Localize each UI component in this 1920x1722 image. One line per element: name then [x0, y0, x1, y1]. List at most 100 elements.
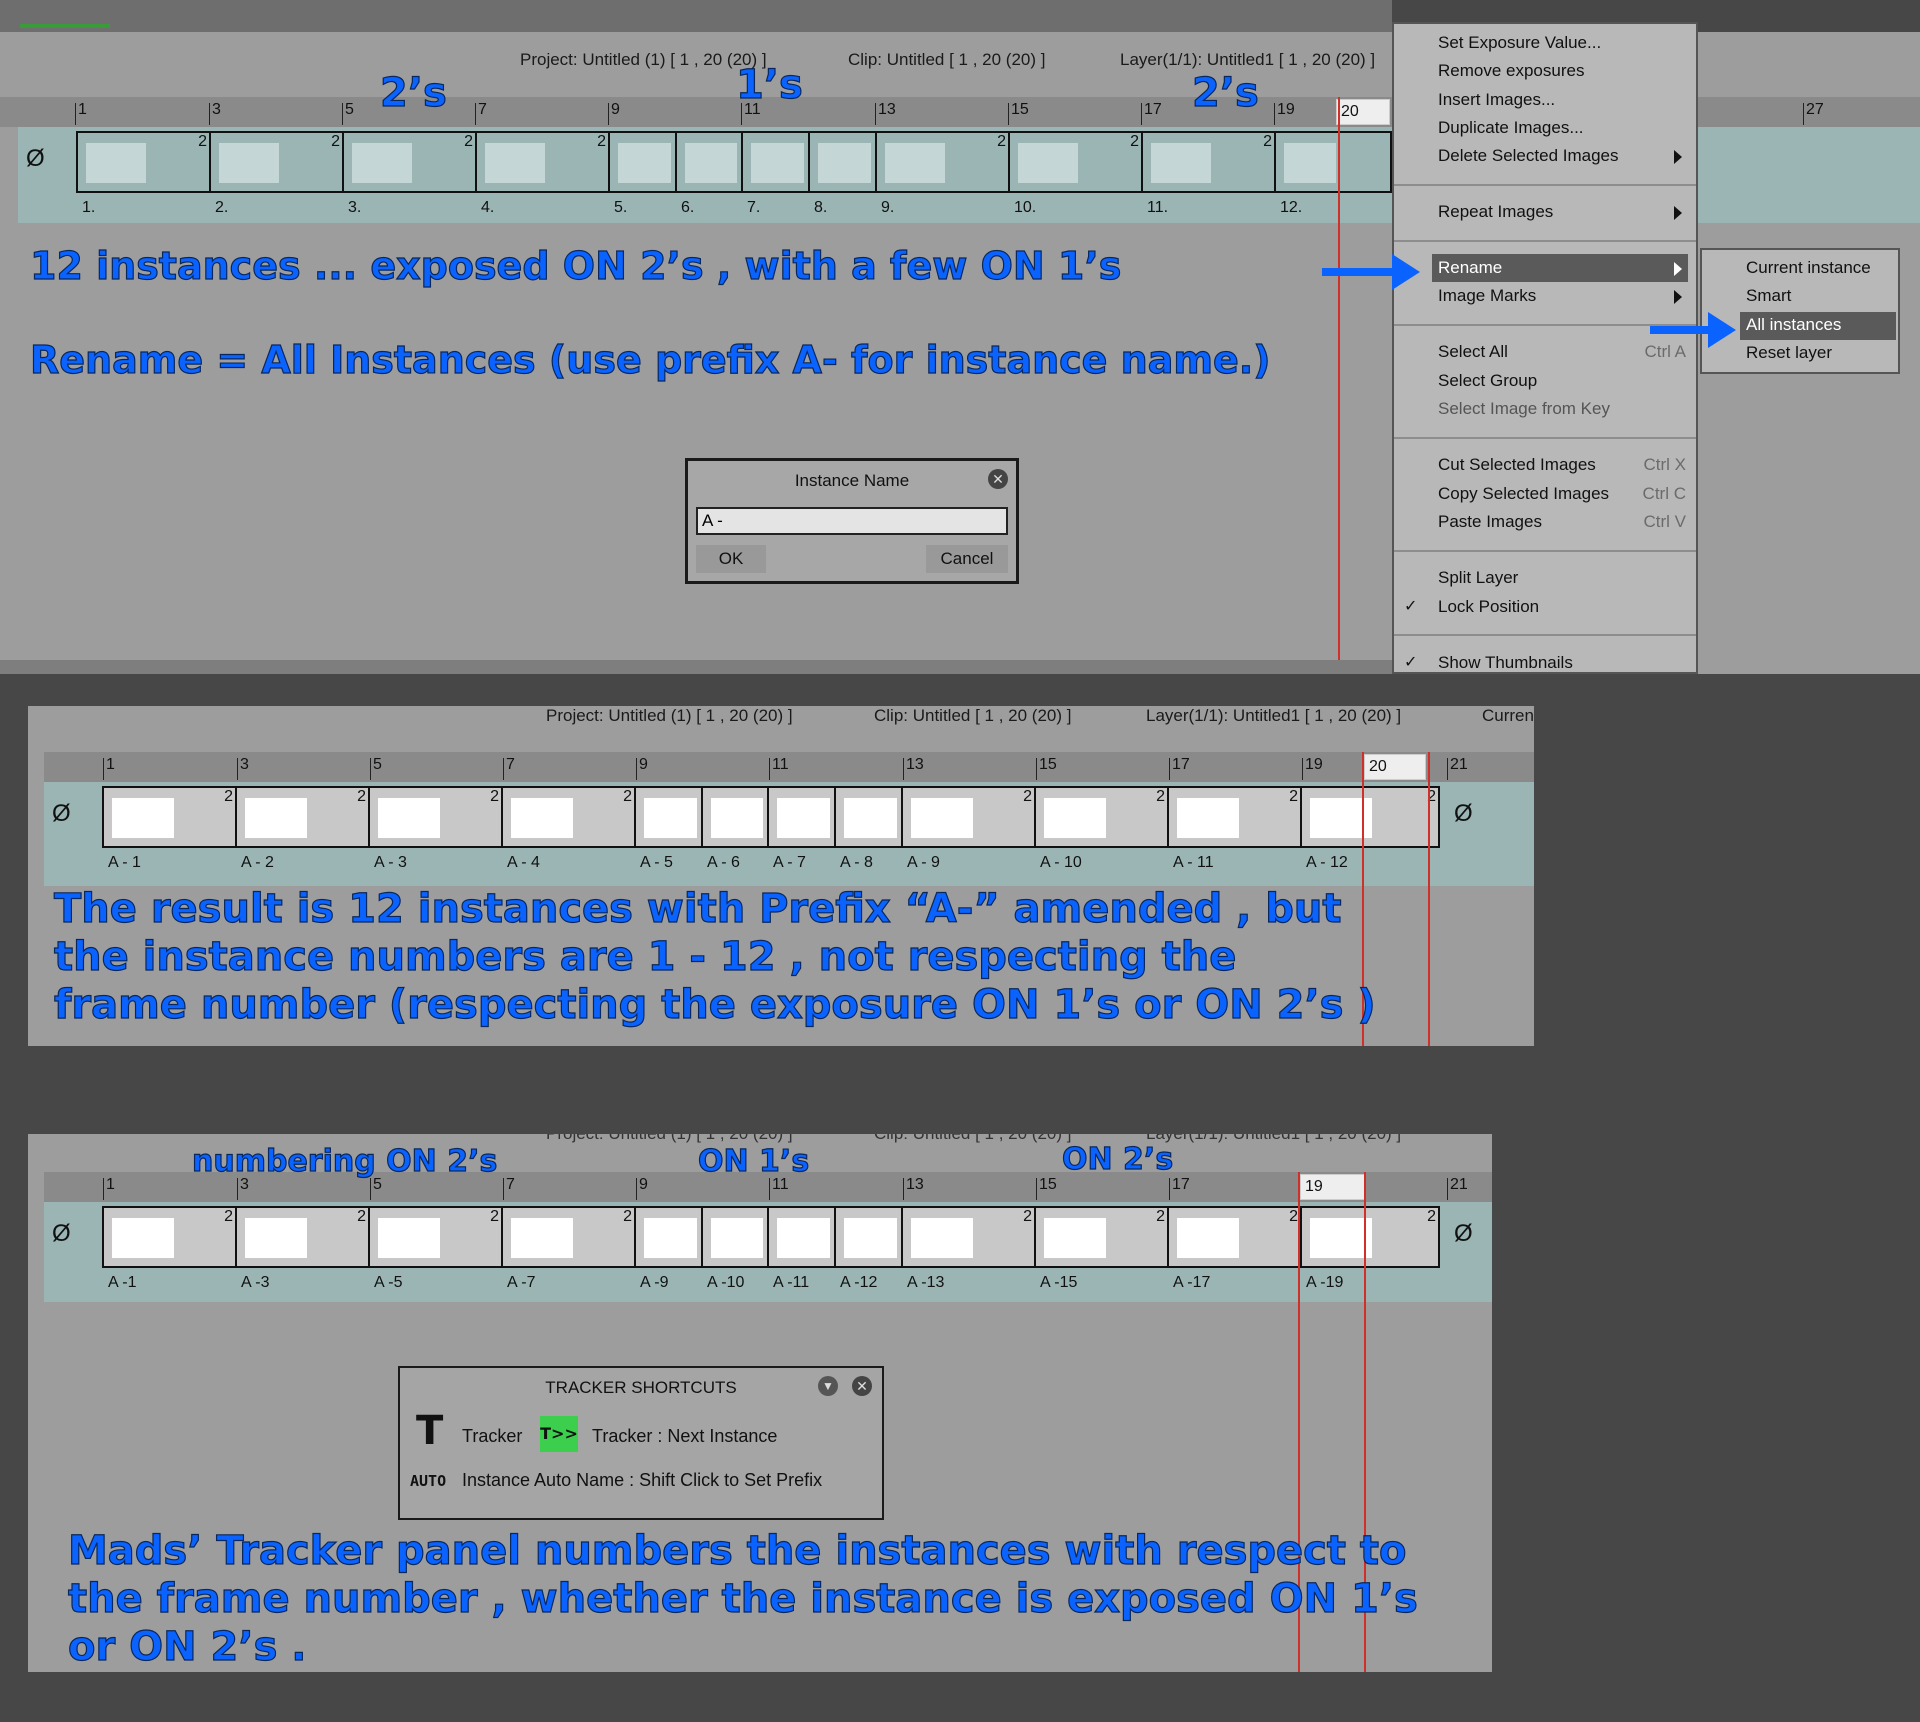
instance-cell[interactable]: 2 A - 10: [1034, 788, 1169, 871]
instance-thumbnail: [844, 1218, 897, 1258]
instance-cell[interactable]: 2 A -13: [901, 1208, 1036, 1291]
instance-cell[interactable]: 6.: [675, 133, 743, 216]
instance-cell[interactable]: 2 A - 9: [901, 788, 1036, 871]
instance-cell[interactable]: 2 11.: [1141, 133, 1276, 216]
instance-cell[interactable]: 2 4.: [475, 133, 610, 216]
instance-cell[interactable]: 2 A -5: [368, 1208, 503, 1291]
playhead-line[interactable]: [1338, 97, 1340, 674]
empty-image-icon[interactable]: Ø: [52, 1220, 71, 1248]
submenu-all-instances[interactable]: All instances: [1746, 315, 1841, 335]
instance-cell[interactable]: 2 A -7: [501, 1208, 636, 1291]
instance-cell[interactable]: A -12: [834, 1208, 903, 1291]
cell-divider: [1167, 788, 1169, 846]
menu-duplicate-images[interactable]: Duplicate Images...: [1438, 118, 1584, 138]
instance-thumbnail: [911, 798, 973, 838]
instance-thumbnail: [777, 1218, 830, 1258]
exposure-count: 2: [623, 1208, 632, 1225]
cell-divider: [675, 133, 677, 191]
menu-set-exposure[interactable]: Set Exposure Value...: [1438, 33, 1601, 53]
menu-split-layer[interactable]: Split Layer: [1438, 568, 1518, 588]
empty-image-icon[interactable]: Ø: [26, 145, 45, 173]
menu-show-thumbnails[interactable]: Show Thumbnails: [1438, 653, 1573, 673]
frame-ruler[interactable]: 1 3 5 7 9 11 13 15 17 19 20: [0, 97, 1392, 127]
menu-select-group[interactable]: Select Group: [1438, 371, 1537, 391]
menu-delete-selected[interactable]: Delete Selected Images: [1438, 146, 1619, 166]
instance-cell[interactable]: 2 A -17: [1167, 1208, 1302, 1291]
menu-insert-images[interactable]: Insert Images...: [1438, 90, 1555, 110]
instance-strip[interactable]: 2A - 12A - 22A - 32A - 4A - 5A - 6A - 7A…: [102, 786, 1440, 871]
ruler-number: 17: [1141, 101, 1162, 125]
menu-repeat-images[interactable]: Repeat Images: [1438, 202, 1553, 222]
instance-cell[interactable]: A -10: [701, 1208, 769, 1291]
frame-ruler[interactable]: 1 3 5 7 9 11 13 15 17 19 20 21: [44, 752, 1534, 782]
exposure-count: 2: [490, 1208, 499, 1225]
close-icon[interactable]: ✕: [852, 1376, 872, 1396]
menu-remove-exposures[interactable]: Remove exposures: [1438, 61, 1584, 81]
instance-cell[interactable]: 2 10.: [1008, 133, 1143, 216]
menu-select-image-from-key[interactable]: Select Image from Key: [1438, 399, 1610, 419]
ok-button[interactable]: OK: [696, 545, 766, 573]
cell-divider: [808, 133, 810, 191]
annotation-line: the instance numbers are 1 - 12 , not re…: [53, 933, 1237, 980]
menu-select-all[interactable]: Select All: [1438, 342, 1508, 362]
instance-cell[interactable]: A - 5: [634, 788, 703, 871]
instance-cell[interactable]: 8.: [808, 133, 877, 216]
menu-paste-images[interactable]: Paste Images: [1438, 512, 1542, 532]
cancel-button[interactable]: Cancel: [926, 545, 1008, 573]
instance-cell[interactable]: 2 A -19: [1300, 1208, 1440, 1291]
tracker-next-icon[interactable]: T>>: [540, 1416, 578, 1452]
submenu-smart[interactable]: Smart: [1746, 286, 1791, 306]
instance-strip[interactable]: 2 1. 2 2. 2 3. 2 4. 5. 6. 7. 8. 2 9. 2 10. 2 11. 12.: [76, 131, 1392, 216]
instance-cell[interactable]: 12.: [1274, 133, 1342, 216]
instance-cell[interactable]: 2 3.: [342, 133, 477, 216]
close-icon[interactable]: ✕: [988, 469, 1008, 489]
annotation-twos: 2’s: [1191, 69, 1259, 116]
project-info: Project: Untitled (1) [ 1 , 20 (20) ]: [546, 1134, 793, 1144]
exposure-count: 2: [490, 788, 499, 805]
ruler-number: 13: [903, 756, 924, 780]
instance-cell[interactable]: 5.: [608, 133, 677, 216]
menu-image-marks[interactable]: Image Marks: [1438, 286, 1536, 306]
instance-cell[interactable]: A - 6: [701, 788, 769, 871]
menu-divider: [1394, 437, 1696, 439]
instance-cell[interactable]: 2 1.: [78, 133, 211, 216]
instance-label: A - 1: [108, 854, 141, 871]
instance-cell[interactable]: 7.: [741, 133, 810, 216]
instance-cell[interactable]: 2 A -3: [235, 1208, 370, 1291]
instance-name-input[interactable]: [696, 507, 1008, 535]
tracker-icon[interactable]: T: [416, 1408, 443, 1454]
instance-cell[interactable]: 2 A - 4: [501, 788, 636, 871]
instance-cell[interactable]: 2 A - 1: [104, 788, 237, 871]
instance-cell[interactable]: 2 A -1: [104, 1208, 237, 1291]
playhead-line[interactable]: [1428, 752, 1430, 1046]
instance-thumbnail: [511, 1218, 573, 1258]
cell-divider: [501, 788, 503, 846]
menu-lock-position[interactable]: Lock Position: [1438, 597, 1539, 617]
auto-name-icon[interactable]: AUTO: [410, 1472, 446, 1490]
instance-cell[interactable]: A -9: [634, 1208, 703, 1291]
instance-cell[interactable]: A - 7: [767, 788, 836, 871]
instance-cell[interactable]: 2A - 12: [1300, 788, 1440, 871]
empty-image-icon[interactable]: Ø: [1454, 800, 1473, 828]
instance-cell[interactable]: 2 A - 11: [1167, 788, 1302, 871]
menu-cut-images[interactable]: Cut Selected Images: [1438, 455, 1596, 475]
empty-image-icon[interactable]: Ø: [52, 800, 71, 828]
collapse-icon[interactable]: ▼: [818, 1376, 838, 1396]
ruler-number: 13: [903, 1176, 924, 1200]
shortcut-paste: Ctrl V: [1643, 512, 1687, 531]
menu-copy-images[interactable]: Copy Selected Images: [1438, 484, 1609, 504]
submenu-reset-layer[interactable]: Reset layer: [1746, 343, 1832, 363]
submenu-current-instance[interactable]: Current instance: [1746, 258, 1871, 278]
instance-label: A - 9: [907, 854, 940, 871]
instance-cell[interactable]: 2 9.: [875, 133, 1010, 216]
instance-cell[interactable]: 2 A -15: [1034, 1208, 1169, 1291]
instance-strip[interactable]: 2A -1 2 A -3 2 A -5 2 A -7 A -9 A -10 A -11 A -12 2…: [102, 1206, 1440, 1291]
instance-cell[interactable]: A -11: [767, 1208, 836, 1291]
layer-info: Layer(1/1): Untitled1 [ 1 , 20 (20) ]: [1120, 50, 1376, 69]
instance-cell[interactable]: 2 A - 3: [368, 788, 503, 871]
instance-cell[interactable]: 2 2.: [209, 133, 344, 216]
empty-image-icon[interactable]: Ø: [1454, 1220, 1473, 1248]
instance-cell[interactable]: A - 8: [834, 788, 903, 871]
menu-rename[interactable]: Rename: [1438, 258, 1502, 278]
instance-cell[interactable]: 2 A - 2: [235, 788, 370, 871]
